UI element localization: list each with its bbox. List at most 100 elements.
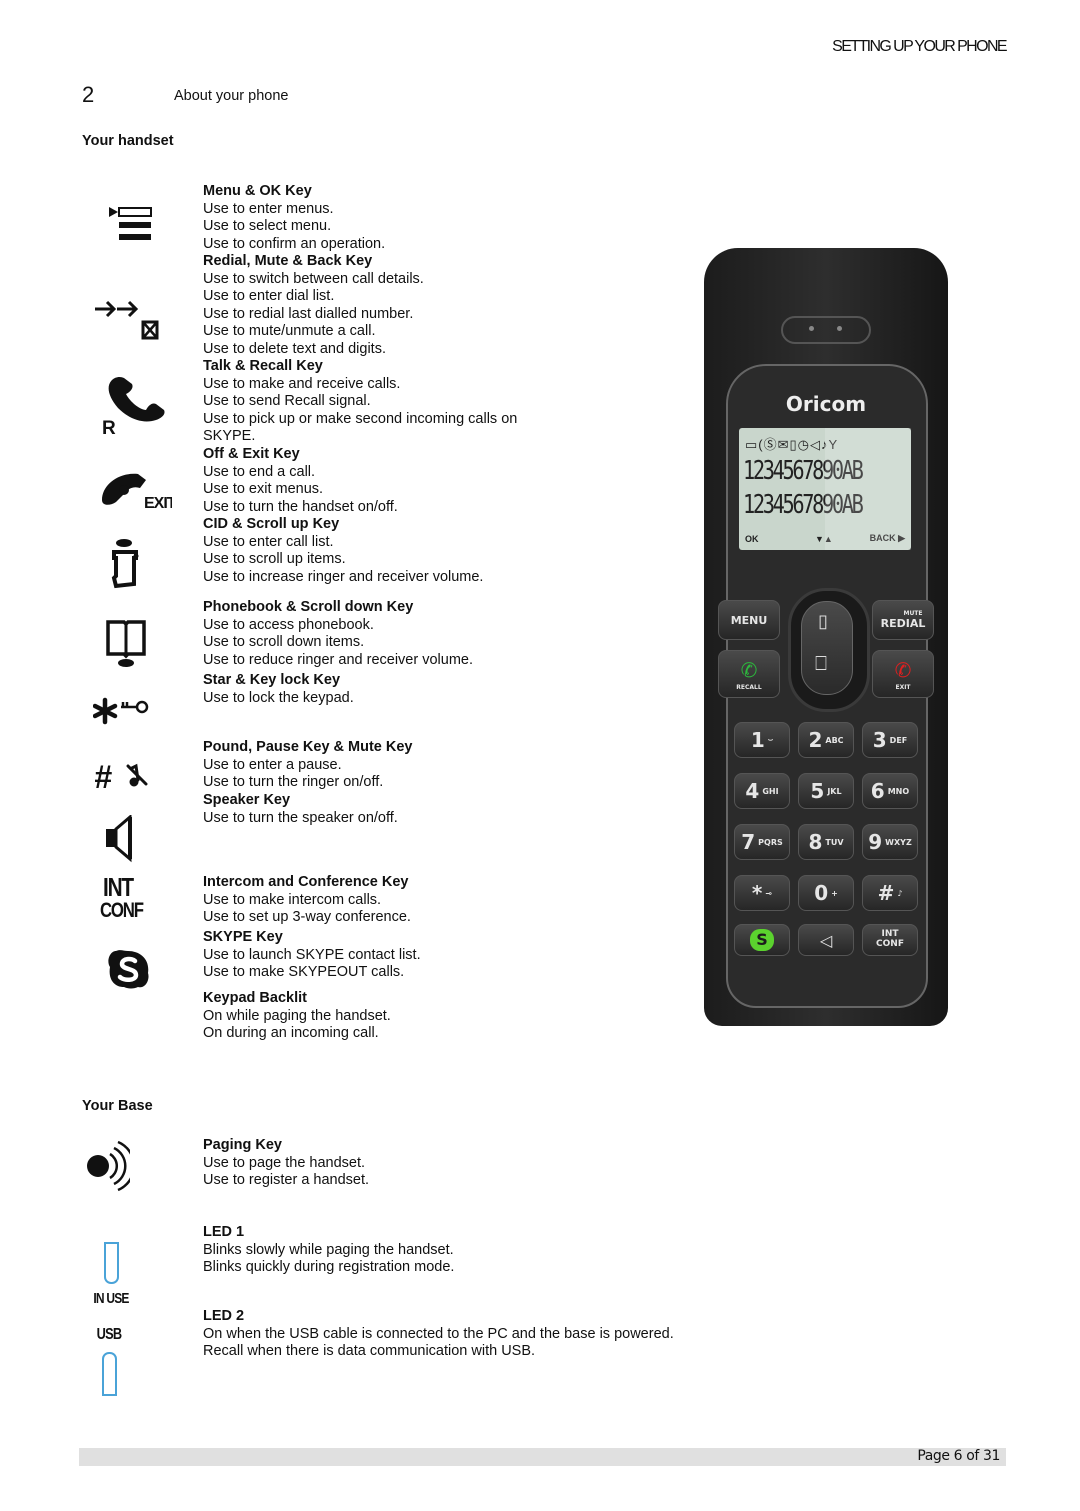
- keypad-key[interactable]: 0 +: [798, 875, 854, 911]
- entry-line: Blinks quickly during registration mode.: [203, 1259, 455, 1276]
- off-exit-icon: EXIT: [102, 473, 172, 512]
- redial-mute-icon: [95, 300, 159, 340]
- entry-line: Use to make intercom calls.: [203, 891, 382, 908]
- entry-title: Phonebook & Scroll down Key: [203, 599, 414, 615]
- key-letters: DEF: [889, 735, 908, 745]
- key-digit: 1: [750, 728, 765, 752]
- entry-line: Blinks slowly while paging the handset.: [203, 1241, 454, 1258]
- running-header: SETTING UP YOUR PHONE: [832, 38, 1007, 55]
- entry-paging-key: Paging Key Use to page the handset. Use …: [203, 1137, 369, 1190]
- entry-line: On when the USB cable is connected to th…: [203, 1325, 674, 1342]
- key-letters: MNO: [887, 786, 910, 796]
- star-keylock-icon: [93, 697, 149, 725]
- entry-line: Use to reduce ringer and receiver volume…: [203, 651, 473, 668]
- key-letters: GHI: [762, 786, 779, 796]
- entry-title: Speaker Key: [203, 792, 291, 808]
- int-conf-button[interactable]: INT CONF: [862, 924, 918, 956]
- phonebook-scroll-down-icon: [106, 620, 146, 667]
- led-usb-icon: USB: [86, 1326, 132, 1396]
- menu-ok-icon: [109, 207, 152, 240]
- recall-label: RECALL: [736, 683, 762, 691]
- redial-mute-button[interactable]: MUTE REDIAL: [872, 600, 934, 640]
- entry-led2: LED 2 On when the USB cable is connected…: [203, 1308, 674, 1361]
- skype-button[interactable]: S: [734, 924, 790, 956]
- exit-label: EXIT: [895, 683, 911, 691]
- entry-title: Pound, Pause Key & Mute Key: [203, 739, 413, 755]
- led1-indicator: [103, 1242, 119, 1284]
- lcd-soft-left: OK: [745, 534, 759, 544]
- conf-label: CONF: [100, 899, 144, 922]
- entry-led1: LED 1 Blinks slowly while paging the han…: [203, 1224, 454, 1277]
- key-letters: ABC: [825, 735, 844, 745]
- cid-scroll-up-icon: [111, 539, 139, 589]
- keypad-key[interactable]: 7 PQRS: [734, 824, 790, 860]
- entry-line: On while paging the handset.: [203, 1007, 391, 1024]
- keypad-key[interactable]: * ⊸: [734, 875, 790, 911]
- keypad-key[interactable]: 2 ABC: [798, 722, 854, 758]
- key-letters: ⌣: [767, 735, 774, 744]
- keypad-key[interactable]: 5 JKL: [798, 773, 854, 809]
- section-heading-base: Your Base: [82, 1098, 153, 1114]
- earpiece: [781, 316, 871, 344]
- entry-line: Use to increase ringer and receiver volu…: [203, 568, 484, 585]
- key-letters: TUV: [825, 837, 844, 847]
- menu-button[interactable]: MENU: [718, 600, 780, 640]
- chapter-number: 2: [82, 82, 95, 107]
- in-use-label: IN USE: [93, 1290, 129, 1307]
- scroll-down-icon: ⎕: [815, 653, 827, 675]
- keypad-key[interactable]: 9 WXYZ: [862, 824, 918, 860]
- speaker-button[interactable]: ◁: [798, 924, 854, 956]
- key-digit: #: [877, 881, 895, 905]
- keypad-key[interactable]: 8 TUV: [798, 824, 854, 860]
- keypad-key[interactable]: 1 ⌣: [734, 722, 790, 758]
- key-digit: 0: [814, 881, 829, 905]
- keypad-key[interactable]: 6 MNO: [862, 773, 918, 809]
- nav-key[interactable]: ▯ ⎕: [788, 588, 870, 712]
- entry-redial-mute: Redial, Mute & Back Key Use to switch be…: [203, 253, 424, 359]
- led-in-use-icon: IN USE: [86, 1242, 136, 1307]
- entry-line: Use to register a handset.: [203, 1172, 370, 1189]
- entry-pound-mute: Pound, Pause Key & Mute Key Use to enter…: [203, 739, 413, 792]
- key-digit: 6: [870, 779, 885, 803]
- key-letters: ⊸: [765, 888, 773, 898]
- key-digit: 8: [808, 830, 823, 854]
- key-digit: 7: [741, 830, 756, 854]
- keypad-key[interactable]: # ♪: [862, 875, 918, 911]
- end-call-icon: ✆: [894, 657, 912, 682]
- key-digit: 2: [808, 728, 823, 752]
- entry-line: Use to enter a pause.: [203, 756, 342, 773]
- entry-off-exit: Off & Exit Key Use to end a call. Use to…: [203, 446, 398, 516]
- redial-label: REDIAL: [880, 617, 926, 630]
- scroll-up-icon: ▯: [818, 611, 828, 631]
- entry-star-keylock: Star & Key lock Key Use to lock the keyp…: [203, 672, 354, 707]
- recall-label: R: [102, 418, 116, 438]
- entry-title: Star & Key lock Key: [203, 672, 341, 688]
- pound-mute-icon: #: [94, 760, 148, 792]
- entry-title: Talk & Recall Key: [203, 358, 323, 374]
- key-letters: +: [831, 888, 838, 898]
- lcd-screen: ▭(Ⓢ✉▯◷◁♪Y 1234567890AB 1234567890AB OK ▼…: [739, 428, 911, 550]
- talk-icon: ✆: [740, 657, 758, 682]
- entry-line: Recall when there is data communication …: [203, 1343, 536, 1360]
- key-digit: 5: [810, 779, 825, 803]
- footer-bar: Page 6 of 31: [79, 1448, 1006, 1466]
- keypad-key[interactable]: 3 DEF: [862, 722, 918, 758]
- handset-image: Oricom ▭(Ⓢ✉▯◷◁♪Y 1234567890AB 1234567890…: [704, 248, 948, 1026]
- end-button[interactable]: ✆ EXIT: [872, 650, 934, 698]
- entry-line: Use to send Recall signal.: [203, 393, 371, 410]
- talk-button[interactable]: ✆ RECALL: [718, 650, 780, 698]
- entry-skype: SKYPE Key Use to launch SKYPE contact li…: [203, 929, 421, 982]
- entry-speaker: Speaker Key Use to turn the speaker on/o…: [203, 792, 398, 827]
- entry-line: SKYPE.: [203, 428, 256, 445]
- usb-label: USB: [96, 1326, 122, 1343]
- key-digit: 4: [745, 779, 760, 803]
- brand-logo: Oricom: [785, 392, 867, 416]
- entry-line: Use to make SKYPEOUT calls.: [203, 964, 405, 981]
- svg-text:#: #: [94, 760, 112, 792]
- int-label: INT: [103, 872, 134, 902]
- entry-title: Keypad Backlit: [203, 990, 307, 1006]
- keypad-key[interactable]: 4 GHI: [734, 773, 790, 809]
- key-letters: JKL: [827, 786, 842, 796]
- speaker-icon: [106, 815, 132, 863]
- entry-title: Menu & OK Key: [203, 183, 312, 199]
